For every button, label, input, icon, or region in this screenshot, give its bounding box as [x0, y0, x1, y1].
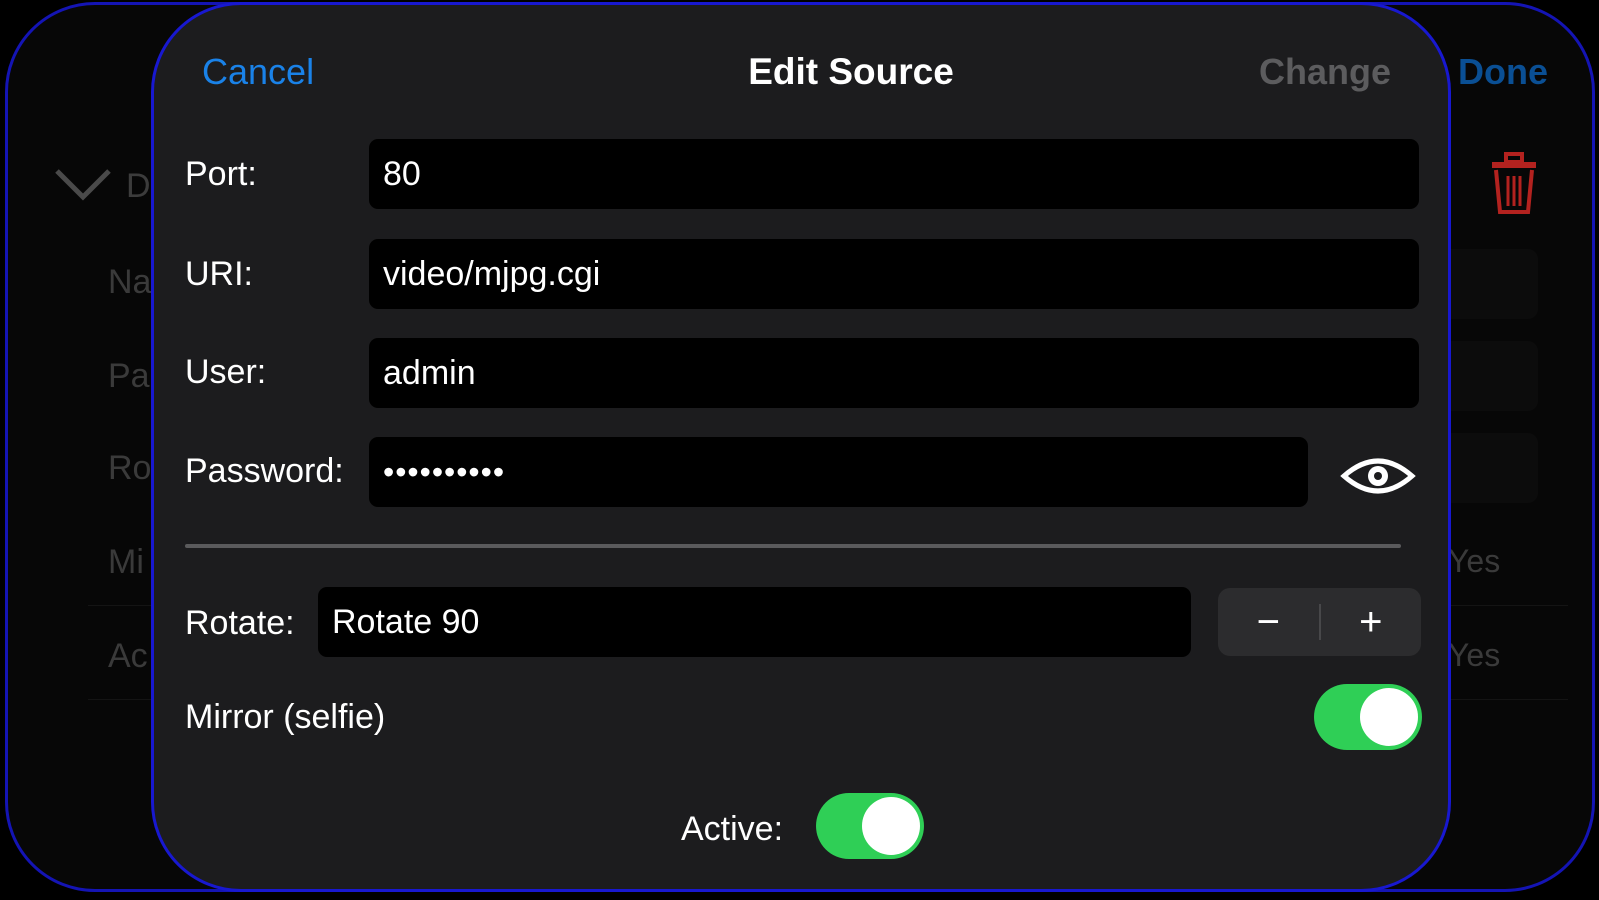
increment-button[interactable]: +: [1321, 588, 1422, 656]
active-label: Active:: [681, 810, 784, 848]
bg-row-password-label: Pa: [108, 357, 150, 395]
change-button[interactable]: Change: [1259, 51, 1391, 93]
edit-source-sheet: Cancel Edit Source Change Port: 80 URI: …: [151, 2, 1451, 892]
rotate-stepper[interactable]: − +: [1218, 588, 1421, 656]
decrement-button[interactable]: −: [1218, 588, 1319, 656]
bg-field: [1438, 433, 1538, 503]
bg-field: [1438, 249, 1538, 319]
chevron-down-icon[interactable]: [53, 165, 113, 205]
mirror-toggle[interactable]: [1314, 684, 1422, 750]
bg-field: [1438, 341, 1538, 411]
toggle-knob: [862, 797, 920, 855]
mirror-label: Mirror (selfie): [185, 698, 386, 736]
bg-row-active-label: Ac: [108, 637, 148, 675]
toggle-knob: [1360, 688, 1418, 746]
user-label: User:: [185, 353, 267, 391]
bg-row-name-label: Na: [108, 263, 152, 301]
active-toggle[interactable]: [816, 793, 924, 859]
done-button[interactable]: Done: [1458, 51, 1548, 93]
uri-field[interactable]: video/mjpg.cgi: [369, 239, 1419, 309]
user-field[interactable]: admin: [369, 338, 1419, 408]
bg-active-value: Yes: [1448, 637, 1501, 673]
port-field[interactable]: 80: [369, 139, 1419, 209]
eye-icon[interactable]: [1340, 452, 1416, 500]
section-divider: [185, 544, 1401, 548]
rotate-label: Rotate:: [185, 604, 295, 642]
port-label: Port:: [185, 155, 257, 193]
section-title: D: [126, 167, 151, 205]
password-label: Password:: [185, 452, 344, 490]
bg-row-rotate-label: Ro: [108, 449, 152, 487]
uri-label: URI:: [185, 255, 253, 293]
rotate-field[interactable]: Rotate 90: [318, 587, 1191, 657]
bg-mirror-value: Yes: [1448, 543, 1501, 579]
password-field[interactable]: ••••••••••: [369, 437, 1308, 507]
trash-icon[interactable]: [1486, 148, 1542, 218]
sheet-title: Edit Source: [748, 51, 954, 92]
bg-row-mirror-label: Mi: [108, 543, 144, 581]
